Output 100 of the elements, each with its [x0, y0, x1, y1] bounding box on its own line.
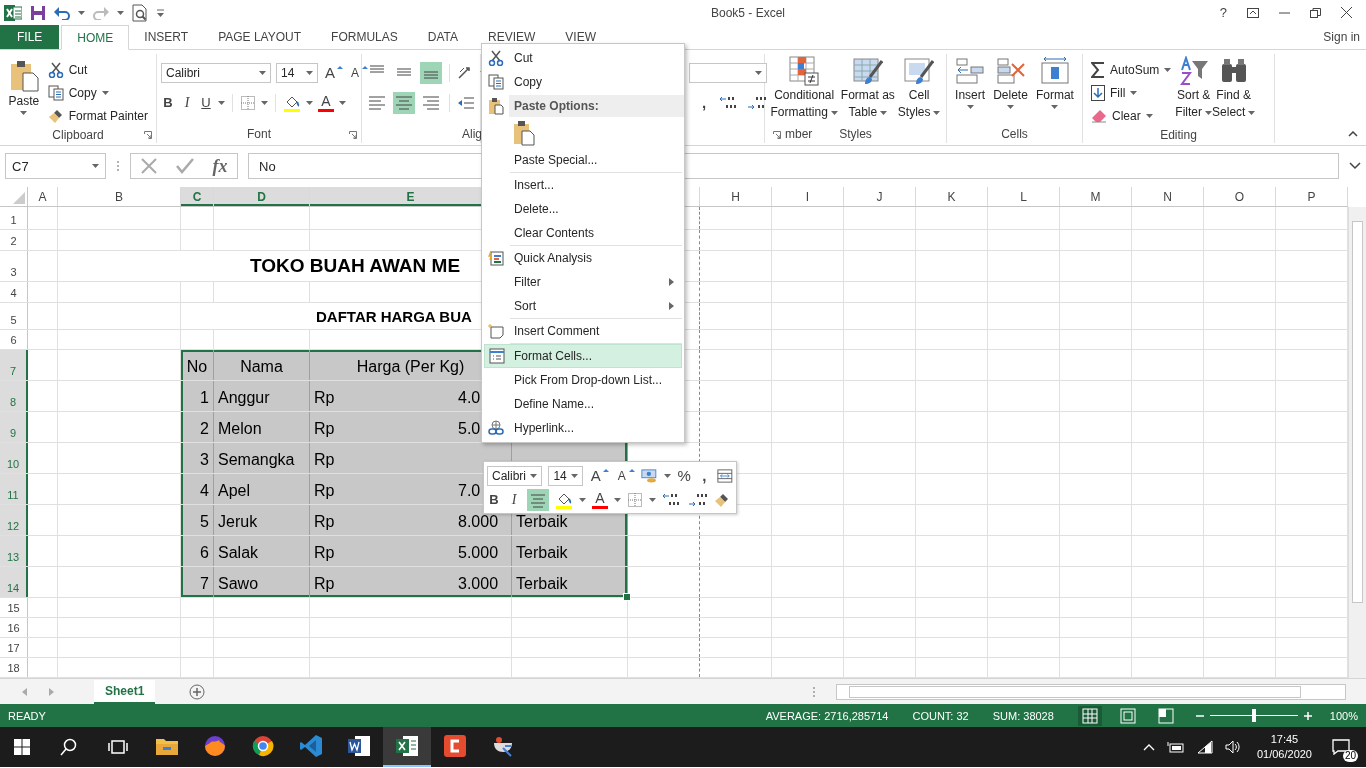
row-header[interactable]: 13	[0, 536, 28, 566]
caret-icon[interactable]	[966, 105, 974, 109]
spreadsheet-icon[interactable]	[4, 4, 22, 21]
row-header[interactable]: 12	[0, 505, 28, 535]
caret-icon[interactable]	[880, 110, 888, 115]
format-painter-button[interactable]: Format Painter	[47, 106, 148, 126]
row-header[interactable]: 9	[0, 412, 28, 442]
caret-icon[interactable]	[261, 101, 268, 105]
column-header[interactable]: C	[181, 187, 214, 206]
comma-style-button[interactable]: ,	[697, 466, 712, 485]
column-header[interactable]: N	[1132, 187, 1204, 206]
undo-icon[interactable]	[54, 5, 70, 20]
menu-item[interactable]: Copy	[482, 70, 684, 94]
copy-button[interactable]: Copy	[47, 83, 148, 103]
fill-color-icon[interactable]	[283, 94, 301, 112]
collapse-ribbon-icon[interactable]	[1348, 131, 1358, 137]
menu-item[interactable]: Filter	[482, 270, 684, 294]
brush-icon[interactable]	[714, 491, 730, 508]
underline-button[interactable]: U	[199, 94, 213, 112]
styles-button[interactable]: Cell Styles	[897, 56, 941, 120]
bold-button[interactable]: B	[161, 94, 175, 112]
caret-icon[interactable]	[830, 110, 838, 115]
row-header[interactable]: 14	[0, 567, 28, 597]
align-center-icon[interactable]	[527, 488, 549, 511]
decrease-decimal-icon[interactable]	[688, 491, 708, 508]
search-icon[interactable]	[60, 738, 78, 756]
column-header[interactable]: L	[988, 187, 1060, 206]
ribbon-tab[interactable]: HOME	[61, 25, 130, 50]
menu-item[interactable]: Format Cells...	[484, 344, 682, 368]
increase-decimal-icon[interactable]	[719, 95, 739, 111]
column-header[interactable]: P	[1276, 187, 1348, 206]
dialog-launcher-icon[interactable]	[349, 131, 357, 139]
number-format-field[interactable]	[689, 63, 767, 83]
menu-item[interactable]: Define Name...	[482, 392, 684, 416]
clear-button[interactable]: Clear	[1091, 106, 1172, 126]
row-header[interactable]: 10	[0, 443, 28, 473]
increase-decimal-icon[interactable]	[662, 491, 682, 508]
zoom-in-icon[interactable]	[1303, 711, 1312, 720]
caret-icon[interactable]	[933, 110, 941, 115]
ribbon-display-icon[interactable]	[1247, 7, 1259, 18]
decrease-indent-icon[interactable]	[457, 96, 475, 110]
ribbon-tab[interactable]: FORMULAS	[316, 25, 413, 49]
volume-icon[interactable]	[1224, 740, 1241, 754]
caret-icon[interactable]	[755, 71, 762, 75]
styles-button[interactable]: Format as Table	[840, 56, 895, 120]
caret-icon[interactable]	[1248, 110, 1256, 115]
font-family-field[interactable]: Calibri	[161, 63, 271, 83]
menu-item[interactable]: Clear Contents	[482, 221, 684, 245]
decrease-font-button[interactable]: A	[614, 466, 635, 485]
menu-item[interactable]: Insert Comment	[482, 319, 684, 343]
caret-icon[interactable]	[1164, 68, 1172, 72]
italic-button[interactable]: I	[180, 94, 194, 112]
horizontal-scrollbar[interactable]	[836, 683, 1346, 700]
ribbon-tab[interactable]: INSERT	[129, 25, 204, 49]
paste-button[interactable]: Paste	[4, 56, 44, 115]
font-size-field[interactable]: 14	[276, 63, 318, 83]
dialog-launcher-icon[interactable]	[773, 131, 781, 139]
battery-icon[interactable]	[1166, 741, 1185, 753]
cells-button[interactable]: Format	[1035, 56, 1074, 109]
column-header[interactable]: J	[844, 187, 916, 206]
ribbon-tab[interactable]: DATA	[412, 25, 473, 49]
styles-button[interactable]: Conditional Formatting	[770, 56, 838, 120]
caret-icon[interactable]	[339, 101, 346, 105]
row-header[interactable]: 7	[0, 350, 28, 380]
ribbon-tab[interactable]: FILE	[0, 25, 60, 49]
font-size-field[interactable]: 14	[548, 465, 583, 486]
menu-item[interactable]: Sort	[482, 294, 684, 318]
font-color-button[interactable]: A	[318, 94, 334, 112]
zoom-level[interactable]: 100%	[1329, 709, 1366, 722]
sheet-tab[interactable]: Sheet1	[94, 679, 156, 704]
comma-style-button[interactable]: ,	[697, 94, 711, 112]
caret-icon[interactable]	[101, 91, 109, 95]
increase-font-button[interactable]: A	[323, 64, 343, 82]
editing-button[interactable]: Find & Select	[1212, 56, 1256, 120]
money-icon[interactable]	[640, 466, 659, 485]
editing-button[interactable]: Sort & Filter	[1175, 56, 1213, 120]
chevron-up-icon[interactable]	[1142, 743, 1155, 751]
sign-in-link[interactable]: Sign in	[1323, 30, 1366, 44]
caret-icon[interactable]	[1205, 110, 1213, 115]
row-header[interactable]: 8	[0, 381, 28, 411]
merge-center-icon[interactable]	[717, 467, 733, 484]
fill-button[interactable]: Fill	[1091, 83, 1172, 103]
print-preview-icon[interactable]	[132, 3, 148, 22]
expand-icon[interactable]	[1349, 162, 1361, 170]
caret-icon[interactable]	[1130, 91, 1138, 95]
caret-icon[interactable]	[117, 10, 124, 15]
vertical-scrollbar[interactable]	[1348, 207, 1366, 678]
autosum-button[interactable]: AutoSum	[1091, 60, 1172, 80]
percent-button[interactable]: %	[677, 466, 692, 485]
clock-date[interactable]: 01/06/2020	[1256, 747, 1312, 762]
menu-item[interactable]: Hyperlink...	[482, 416, 684, 440]
caret-icon[interactable]	[20, 111, 28, 115]
name-box[interactable]: C7	[5, 153, 106, 179]
caret-icon[interactable]	[1051, 105, 1059, 109]
caret-icon[interactable]	[218, 101, 225, 105]
caret-icon[interactable]	[614, 497, 621, 502]
column-header[interactable]: D	[214, 187, 310, 206]
column-header[interactable]: A	[28, 187, 58, 206]
customize-icon[interactable]	[156, 8, 165, 17]
help-button[interactable]: ?	[1219, 5, 1227, 20]
